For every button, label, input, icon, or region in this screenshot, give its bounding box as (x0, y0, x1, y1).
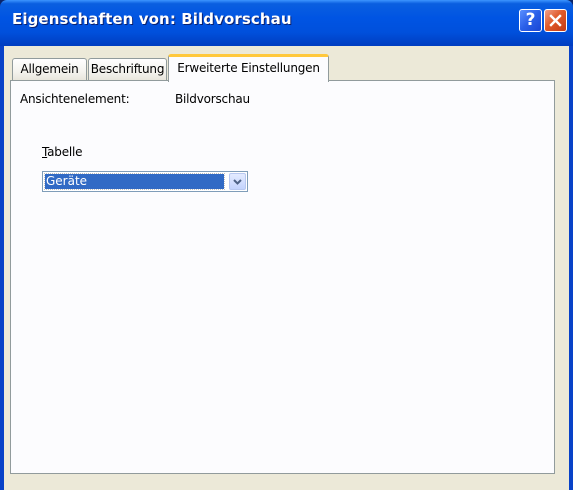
tab-label: Erweiterte Einstellungen (177, 61, 320, 75)
close-icon (549, 14, 562, 27)
help-icon: ? (525, 10, 536, 30)
table-select[interactable]: Geräte (42, 171, 248, 192)
help-button[interactable]: ? (519, 9, 542, 32)
view-element-label: Ansichtenelement: (20, 92, 130, 106)
table-label: Tabelle (42, 145, 83, 159)
view-element-value: Bildvorschau (175, 92, 250, 106)
properties-dialog: Eigenschaften von: Bildvorschau ? Allgem… (0, 0, 573, 490)
window-title: Eigenschaften von: Bildvorschau (12, 10, 292, 28)
table-select-value: Geräte (44, 173, 225, 190)
tab-erweiterte-einstellungen[interactable]: Erweiterte Einstellungen (168, 54, 329, 82)
title-bar[interactable]: Eigenschaften von: Bildvorschau ? (0, 0, 573, 46)
dropdown-button[interactable] (229, 173, 246, 190)
tab-allgemein[interactable]: Allgemein (12, 58, 87, 80)
tab-panel: Ansichtenelement: Bildvorschau Tabelle G… (10, 80, 555, 474)
tab-label: Beschriftung (90, 62, 165, 76)
tab-beschriftung[interactable]: Beschriftung (88, 58, 167, 80)
tab-label: Allgemein (20, 62, 79, 76)
dialog-client-area: Allgemein Beschriftung Erweiterte Einste… (4, 46, 569, 490)
chevron-down-icon (233, 179, 242, 185)
window-frame-right (569, 46, 573, 490)
close-button[interactable] (544, 9, 567, 32)
